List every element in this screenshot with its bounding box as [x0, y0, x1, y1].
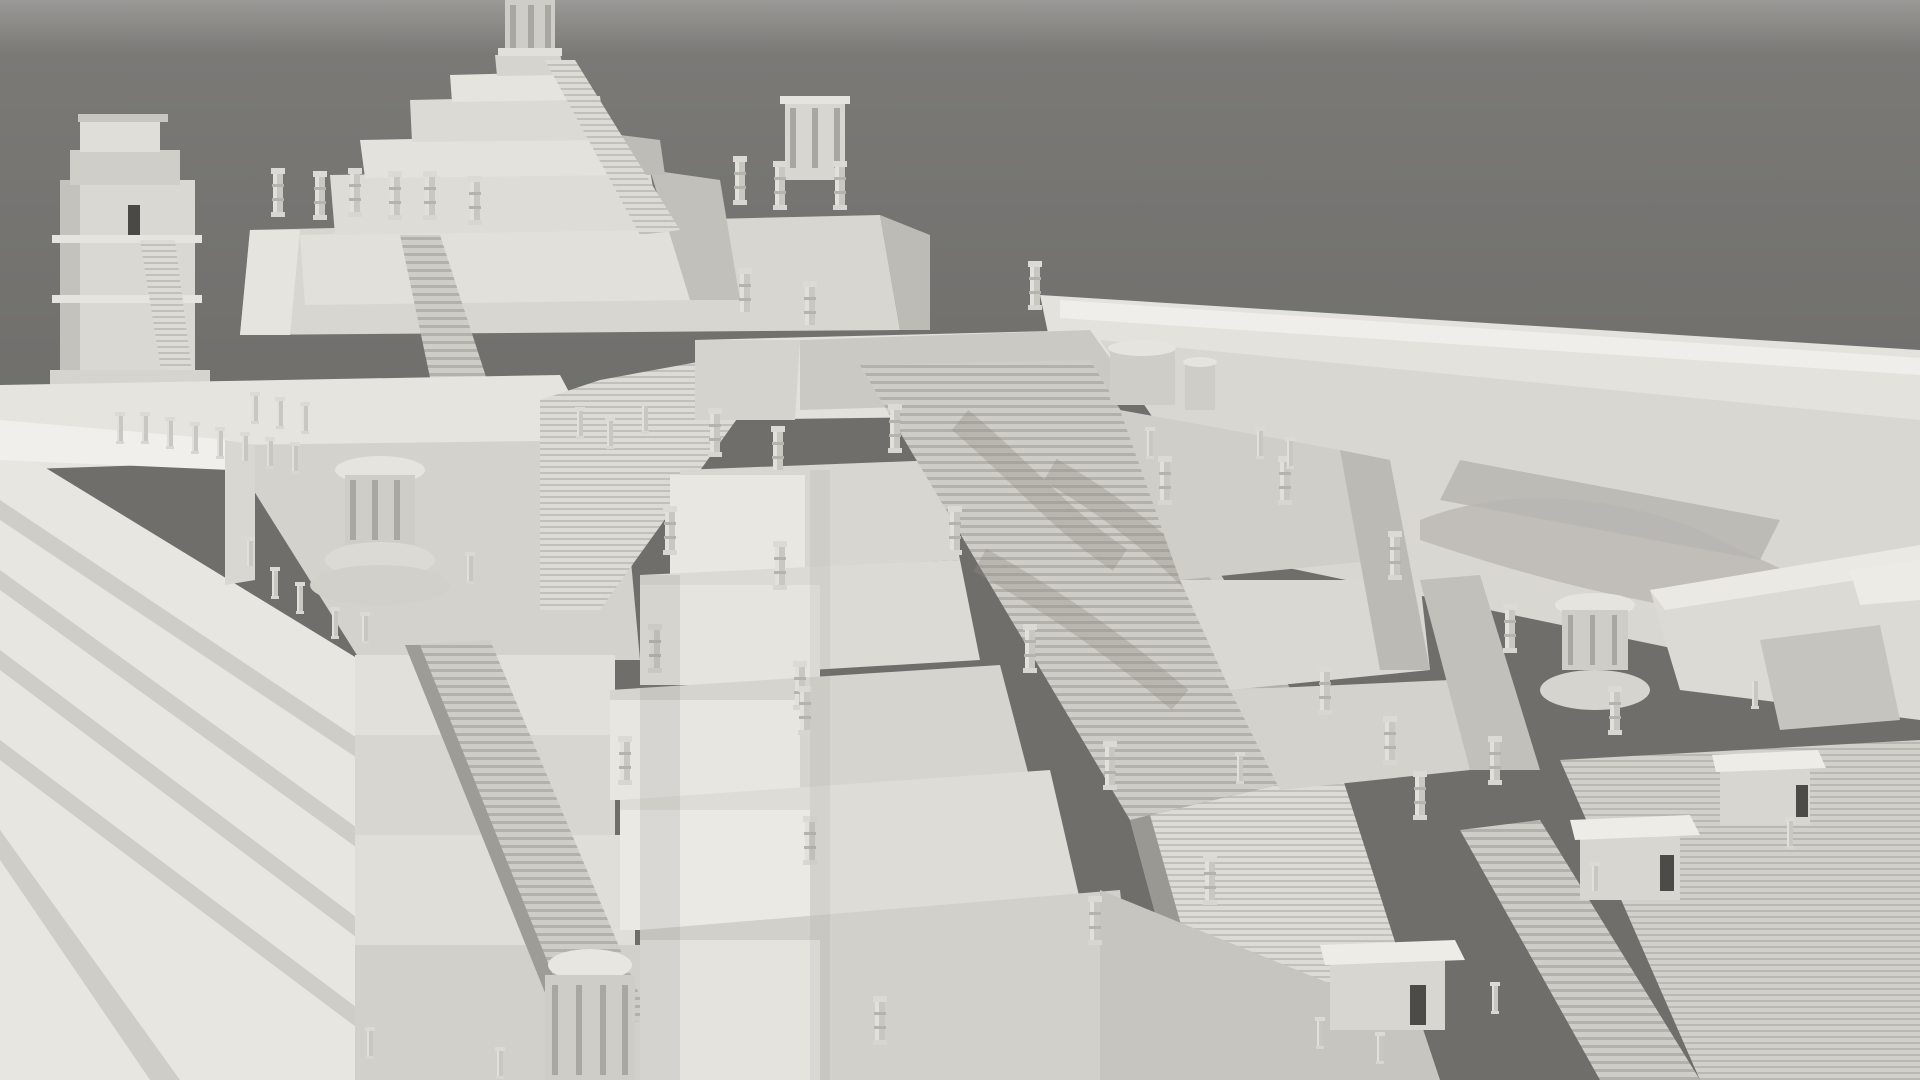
shadow-main-left	[640, 575, 680, 1080]
shadow-main-mid	[810, 470, 830, 1080]
shrine-far-right	[1712, 750, 1826, 825]
temple-render-scene	[0, 0, 1920, 1080]
round-pavilion-bottom	[545, 949, 635, 1080]
shrine-front-right	[1320, 940, 1465, 1030]
